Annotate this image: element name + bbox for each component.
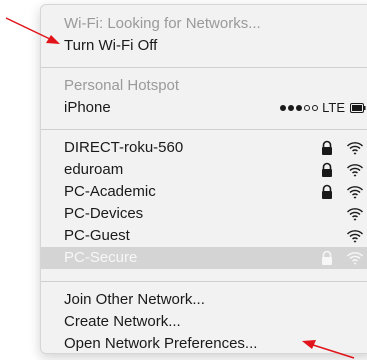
signal-dot (312, 105, 319, 111)
cellular-signal-icon (280, 105, 319, 111)
hotspot-status: LTE (280, 97, 366, 119)
wifi-signal-icon (347, 186, 363, 199)
join-other-network-item[interactable]: Join Other Network... (41, 289, 367, 311)
network-indicators (320, 247, 364, 269)
battery-icon (350, 103, 366, 113)
network-item[interactable]: PC-Devices (41, 203, 367, 225)
wifi-status-label: Wi-Fi: Looking for Networks... (64, 15, 261, 32)
wifi-signal-icon (347, 252, 363, 265)
network-name: PC-Academic (64, 183, 156, 200)
network-name: eduroam (64, 161, 124, 178)
network-item[interactable]: PC-Academic (41, 181, 367, 203)
signal-dot (280, 105, 287, 111)
network-name: DIRECT-roku-560 (64, 139, 184, 156)
network-indicators (320, 159, 364, 181)
network-indicators (320, 225, 364, 247)
annotation-arrow-top (5, 17, 60, 44)
signal-dot (304, 105, 311, 111)
wifi-signal-icon (347, 142, 363, 155)
wifi-signal-icon (347, 164, 363, 177)
wifi-dropdown-menu: Wi-Fi: Looking for Networks... Turn Wi-F… (40, 4, 367, 354)
menu-separator (41, 67, 367, 68)
network-name: PC-Devices (64, 205, 144, 222)
network-name: PC-Secure (64, 249, 138, 266)
personal-hotspot-header: Personal Hotspot (64, 77, 180, 94)
network-indicators (320, 137, 364, 159)
network-name: PC-Guest (64, 227, 130, 244)
network-indicators (320, 203, 364, 225)
signal-dot (288, 105, 295, 111)
turn-wifi-off-item[interactable]: Turn Wi-Fi Off (41, 35, 367, 57)
network-item[interactable]: DIRECT-roku-560 (41, 137, 367, 159)
lock-icon (322, 250, 332, 265)
wifi-signal-icon (347, 230, 363, 243)
wifi-signal-icon (347, 208, 363, 221)
hotspot-device-label: iPhone (64, 99, 111, 116)
network-type-label: LTE (322, 100, 345, 115)
signal-dot (296, 105, 303, 111)
hotspot-item-iphone[interactable]: iPhone LTE (41, 97, 367, 119)
lock-icon (322, 184, 332, 199)
screenshot-stage: Wi-Fi: Looking for Networks... Turn Wi-F… (0, 0, 367, 360)
menu-separator (41, 281, 367, 282)
network-item[interactable]: eduroam (41, 159, 367, 181)
network-indicators (320, 181, 364, 203)
lock-icon (322, 162, 332, 177)
menu-separator (41, 129, 367, 130)
network-item[interactable]: PC-Secure (41, 247, 367, 269)
lock-icon (322, 140, 332, 155)
network-item[interactable]: PC-Guest (41, 225, 367, 247)
annotation-arrow-bottom (302, 340, 355, 359)
